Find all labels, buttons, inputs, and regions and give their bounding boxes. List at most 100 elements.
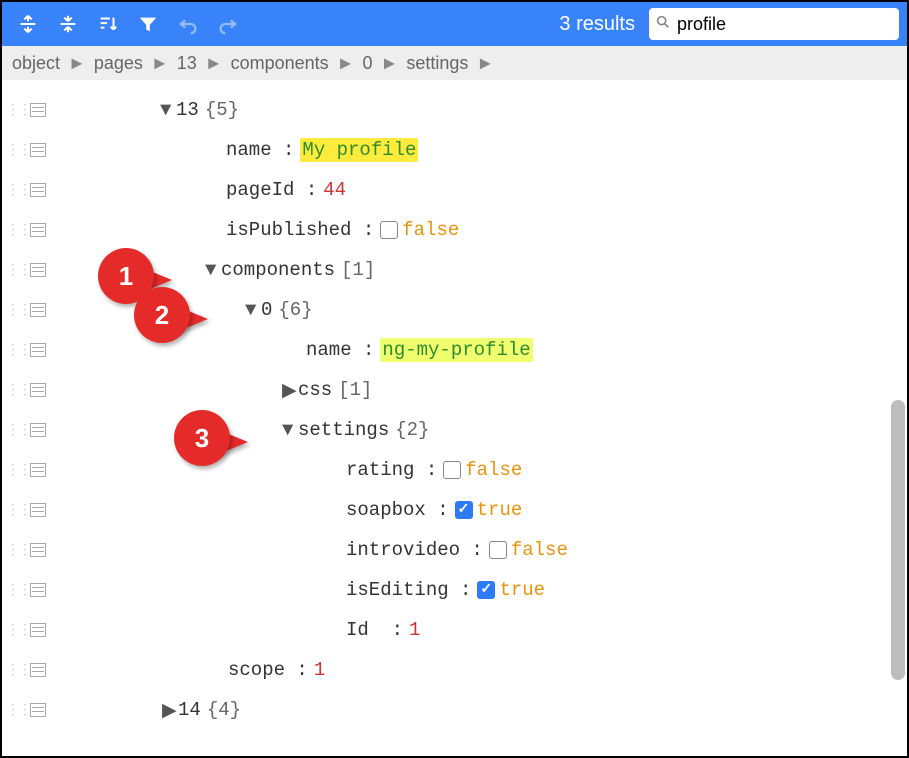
row-menu-icon[interactable] [30,343,46,357]
filter-button[interactable] [130,6,166,42]
node-value[interactable]: My profile [300,138,418,162]
drag-handle-icon[interactable] [6,102,30,119]
caret-down-icon[interactable]: ▼ [245,299,261,321]
breadcrumb-part[interactable]: pages [94,53,143,74]
node-key: 13 [176,99,199,121]
node-value[interactable]: ng-my-profile [380,338,532,362]
tree-row: pageId : 44 [2,170,907,210]
node-value[interactable]: true [477,499,523,521]
row-menu-icon[interactable] [30,423,46,437]
node-value[interactable]: 1 [314,659,325,681]
caret-right-icon[interactable]: ▶ [162,699,178,722]
sort-button[interactable] [90,6,126,42]
annotation-callout-3: 3 [174,410,254,466]
breadcrumb: object► pages► 13► components► 0► settin… [2,46,907,80]
drag-handle-icon[interactable] [6,662,30,679]
node-key: isEditing [346,579,449,601]
node-count: {2} [395,419,429,441]
drag-handle-icon[interactable] [6,142,30,159]
drag-handle-icon[interactable] [6,462,30,479]
row-menu-icon[interactable] [30,543,46,557]
drag-handle-icon[interactable] [6,182,30,199]
tree-row: rating : false [2,450,907,490]
drag-handle-icon[interactable] [6,422,30,439]
drag-handle-icon[interactable] [6,702,30,719]
tree-row: soapbox : true [2,490,907,530]
node-value[interactable]: true [499,579,545,601]
breadcrumb-part[interactable]: object [12,53,60,74]
tree-row: ▶ css [1] [2,370,907,410]
tree-row: Id : 1 [2,610,907,650]
node-value[interactable]: 44 [323,179,346,201]
node-value[interactable]: false [402,219,459,241]
drag-handle-icon[interactable] [6,222,30,239]
row-menu-icon[interactable] [30,623,46,637]
node-key: scope [228,659,285,681]
expand-all-button[interactable] [10,6,46,42]
row-menu-icon[interactable] [30,663,46,677]
tree-row: isPublished : false [2,210,907,250]
tree-row: name : My profile [2,130,907,170]
row-menu-icon[interactable] [30,703,46,717]
tree-row: ▶ 14 {4} [2,690,907,730]
collapse-all-button[interactable] [50,6,86,42]
node-key: 0 [261,299,272,321]
row-menu-icon[interactable] [30,263,46,277]
drag-handle-icon[interactable] [6,382,30,399]
boolean-checkbox[interactable] [455,501,473,519]
node-key: isPublished [226,219,351,241]
drag-handle-icon[interactable] [6,542,30,559]
row-menu-icon[interactable] [30,383,46,397]
breadcrumb-part[interactable]: 0 [363,53,373,74]
caret-down-icon[interactable]: ▼ [205,259,221,281]
breadcrumb-part[interactable]: 13 [177,53,197,74]
node-key: soapbox [346,499,426,521]
row-menu-icon[interactable] [30,303,46,317]
drag-handle-icon[interactable] [6,302,30,319]
search-input[interactable] [677,14,909,35]
boolean-checkbox[interactable] [443,461,461,479]
drag-handle-icon[interactable] [6,502,30,519]
drag-handle-icon[interactable] [6,582,30,599]
caret-down-icon[interactable]: ▼ [160,99,176,121]
tree-row: isEditing : true [2,570,907,610]
node-count: {6} [278,299,312,321]
scrollbar[interactable] [891,400,905,680]
search-box: ▼ ▲ [649,8,899,40]
node-key: 14 [178,699,201,721]
row-menu-icon[interactable] [30,503,46,517]
drag-handle-icon[interactable] [6,262,30,279]
node-value[interactable]: 1 [409,619,420,641]
node-key: pageId [226,179,294,201]
row-menu-icon[interactable] [30,583,46,597]
caret-right-icon[interactable]: ▶ [282,379,298,402]
node-key: components [221,259,335,281]
node-key: css [298,379,332,401]
boolean-checkbox[interactable] [380,221,398,239]
tree-row: ▼ settings {2} [2,410,907,450]
node-value[interactable]: false [511,539,568,561]
caret-down-icon[interactable]: ▼ [282,419,298,441]
breadcrumb-part[interactable]: settings [406,53,468,74]
row-menu-icon[interactable] [30,223,46,237]
boolean-checkbox[interactable] [477,581,495,599]
boolean-checkbox[interactable] [489,541,507,559]
drag-handle-icon[interactable] [6,342,30,359]
breadcrumb-part[interactable]: components [231,53,329,74]
node-count: {4} [207,699,241,721]
node-key: Id [346,619,369,641]
redo-button[interactable] [210,6,246,42]
node-key: name [226,139,272,161]
node-count: {5} [205,99,239,121]
node-count: [1] [338,379,372,401]
drag-handle-icon[interactable] [6,622,30,639]
node-key: settings [298,419,389,441]
node-value[interactable]: false [465,459,522,481]
toolbar: 3 results ▼ ▲ [2,2,907,46]
node-key: name [306,339,352,361]
row-menu-icon[interactable] [30,103,46,117]
row-menu-icon[interactable] [30,143,46,157]
row-menu-icon[interactable] [30,463,46,477]
row-menu-icon[interactable] [30,183,46,197]
undo-button[interactable] [170,6,206,42]
